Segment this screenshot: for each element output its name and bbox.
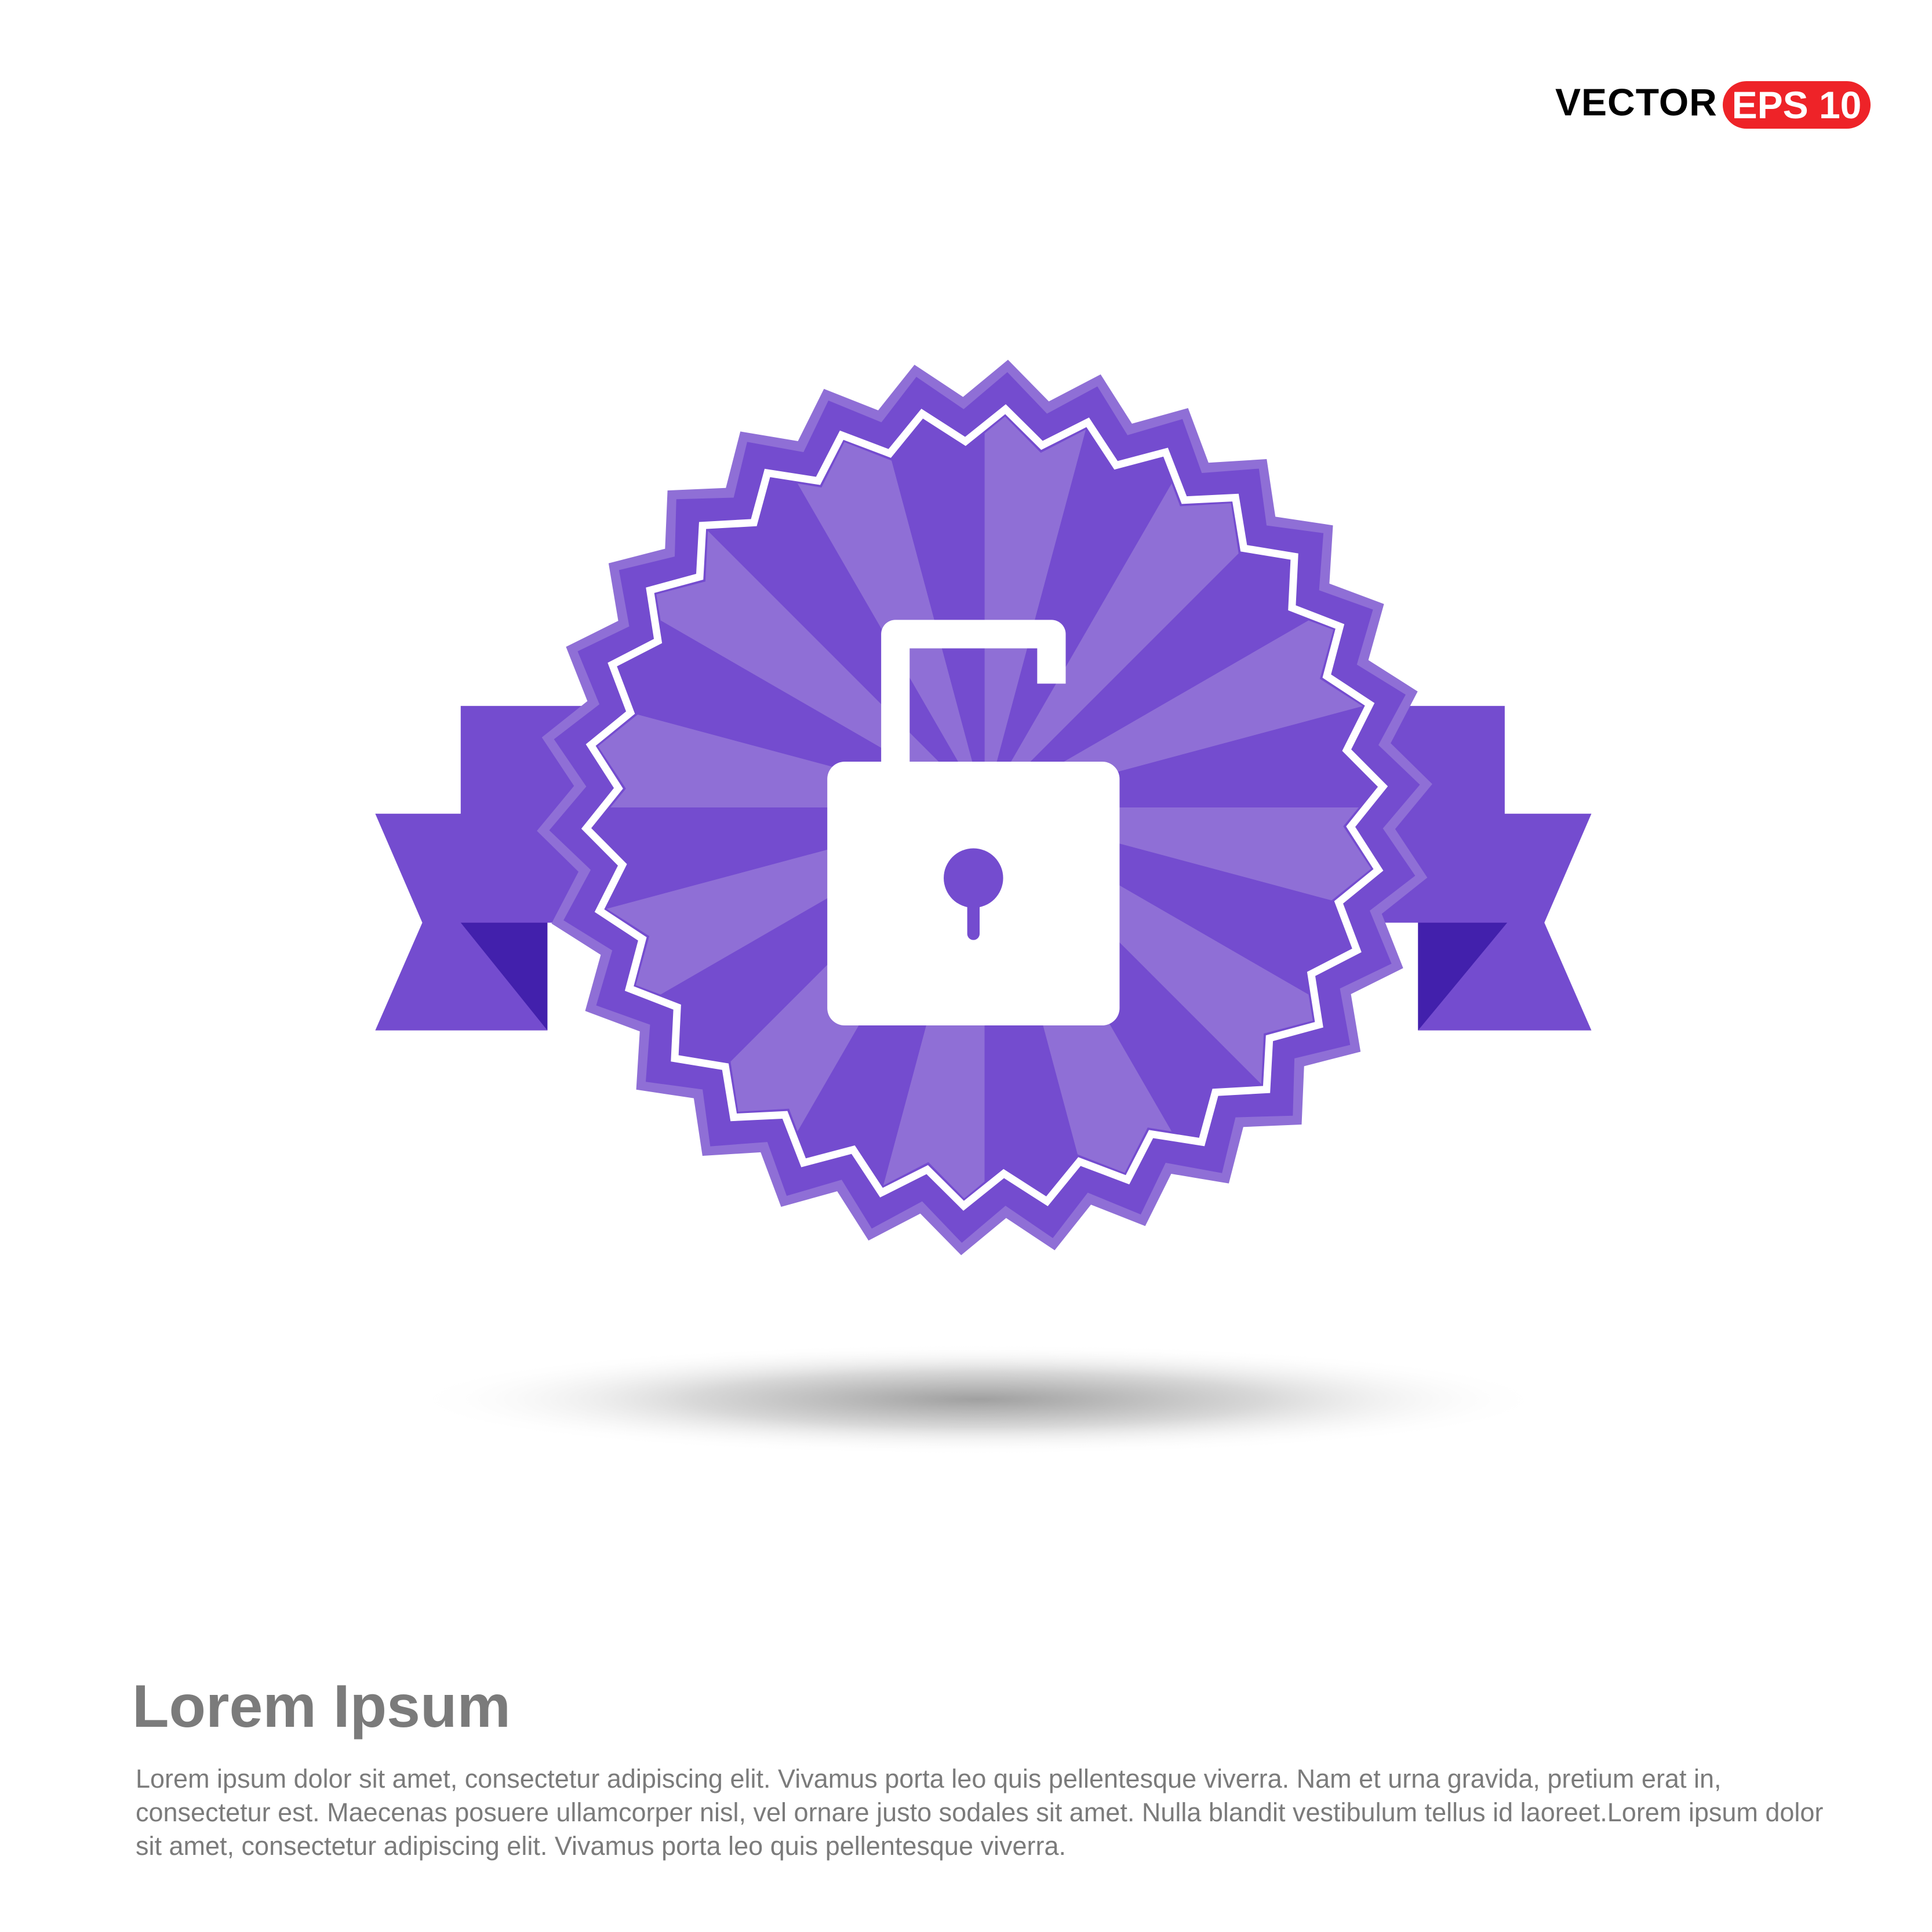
drop-shadow xyxy=(409,1344,1548,1456)
eps-badge: EPS 10 xyxy=(1723,81,1871,129)
vector-label: VECTOR xyxy=(1555,81,1718,123)
canvas: VECTOR EPS 10 Lorem Ipsum Lorem ipsum do… xyxy=(0,0,1932,1932)
footer-title: Lorem Ipsum xyxy=(132,1673,511,1740)
footer-body: Lorem ipsum dolor sit amet, consectetur … xyxy=(136,1764,1824,1861)
ribbon-right-tail xyxy=(1374,813,1592,1031)
badge-illustration xyxy=(375,359,1592,1456)
